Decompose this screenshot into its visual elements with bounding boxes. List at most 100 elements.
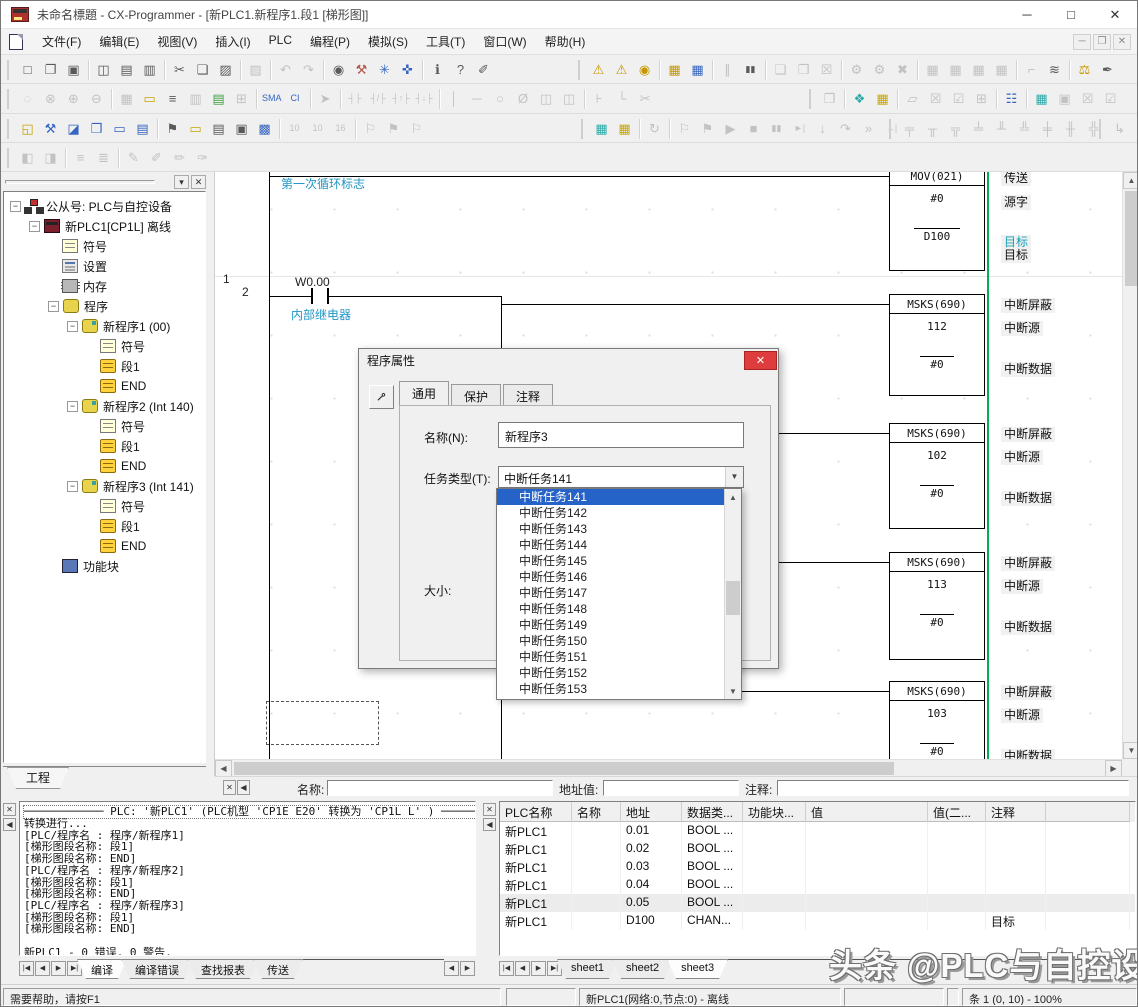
tab-scroll-button[interactable]: ▶	[460, 961, 475, 976]
pause-monitor-button[interactable]: ▮▮	[739, 58, 762, 81]
monitor-window-2-button[interactable]: ▦	[944, 58, 967, 81]
force-on-hand-button[interactable]: ⚐	[359, 117, 382, 140]
view-io-comment-button[interactable]: ▭	[108, 117, 131, 140]
force-cancel-hand-button[interactable]: ⚐	[405, 117, 428, 140]
scroll-right-button[interactable]: ▶	[1105, 760, 1122, 777]
operand-value[interactable]: D100	[890, 228, 984, 243]
cancel-transfer-button[interactable]: ☒	[815, 58, 838, 81]
compile-output[interactable]: ──────────── PLC: '新PLC1' (PLC机型 'CP1E E…	[19, 801, 476, 956]
watch-row[interactable]: 新PLC10.01BOOL ...	[500, 822, 1135, 840]
toolbar-grip[interactable]	[889, 119, 894, 139]
tree-item[interactable]: 符号	[4, 236, 205, 256]
toggle-workspace-button[interactable]: ⊞	[230, 87, 253, 110]
rung-list-button[interactable]: ≡	[69, 146, 92, 169]
column-header[interactable]: 数据类...	[682, 802, 743, 822]
task-option[interactable]: 中断任务142	[497, 505, 741, 521]
net-tool-2-button[interactable]: ╥	[921, 117, 944, 140]
transfer-refresh-button[interactable]: ↻	[643, 117, 666, 140]
operand-value[interactable]: #0	[890, 356, 984, 371]
time-chart-monitor-button[interactable]: ≋	[1043, 58, 1066, 81]
task-option[interactable]: 中断任务153	[497, 681, 741, 697]
address-tool-button[interactable]: ⚑	[161, 117, 184, 140]
column-header[interactable]: 值(二...	[928, 802, 986, 822]
toolbar-grip[interactable]	[7, 119, 12, 139]
scroll-down-button[interactable]: ▼	[1123, 742, 1138, 759]
watch-row[interactable]: 新PLC10.02BOOL ...	[500, 840, 1135, 858]
tree-item[interactable]: 段1	[4, 356, 205, 376]
tree-item[interactable]: −公从号: PLC与自控设备	[4, 196, 205, 216]
monitor-window-4-button[interactable]: ▦	[990, 58, 1013, 81]
dialog-close-button[interactable]: ✕	[744, 351, 777, 370]
dropdown-scroll-thumb[interactable]	[726, 581, 740, 615]
sim-step-run-button[interactable]: ►|	[788, 117, 811, 140]
zoom-out-button[interactable]: ⊖	[85, 87, 108, 110]
task-option[interactable]: 中断任务145	[497, 553, 741, 569]
drag-handle[interactable]	[5, 180, 155, 184]
dropdown-scroll-up-button[interactable]: ▲	[725, 489, 741, 505]
tab-scroll-button[interactable]: ▶	[51, 961, 66, 976]
edit-comment-3-button[interactable]: ✑	[191, 146, 214, 169]
rung-list-detail-button[interactable]: ≣	[92, 146, 115, 169]
view-symbol-window-button[interactable]: ◪	[62, 117, 85, 140]
toolbar-grip[interactable]	[1099, 119, 1104, 139]
context-help-button[interactable]: ✐	[472, 58, 495, 81]
monitor-window-1-button[interactable]: ▦	[921, 58, 944, 81]
column-header[interactable]: 注释	[986, 802, 1046, 822]
show-comments-button[interactable]: ▭	[138, 87, 161, 110]
toolbar-grip[interactable]	[7, 89, 12, 109]
compare-with-plc-button[interactable]: ❏	[769, 58, 792, 81]
show-symbol-bar-button[interactable]: ❖	[848, 87, 871, 110]
sheet-tab[interactable]: sheet1	[557, 959, 618, 979]
sim-pause-button[interactable]: ▮▮	[765, 117, 788, 140]
zoom-tool-button[interactable]: ◌	[16, 87, 39, 110]
sim-continuous-step-button[interactable]: »	[857, 117, 880, 140]
new-horizontal-button[interactable]: ─	[466, 87, 489, 110]
toolbar-grip[interactable]	[809, 89, 814, 109]
tab-scroll-button[interactable]: ◀	[444, 961, 459, 976]
operand-value[interactable]: 112	[890, 320, 984, 333]
show-rung-annotations-button[interactable]: ≡	[161, 87, 184, 110]
instruction-block[interactable]: MSKS(690)103#0	[889, 681, 985, 759]
zoom-region-button[interactable]: ⊗	[39, 87, 62, 110]
replace-button[interactable]: ⚒	[350, 58, 373, 81]
set-protection-button[interactable]: ⚖	[1073, 58, 1096, 81]
menu-i[interactable]: 插入(I)	[206, 29, 259, 54]
dialog-tab[interactable]: 注释	[503, 384, 553, 405]
output-tab[interactable]: 查找报表	[187, 959, 259, 979]
menu-h[interactable]: 帮助(H)	[536, 29, 595, 54]
workspace-header[interactable]: ▾ ✕	[3, 174, 207, 190]
new-fb-parameter-button[interactable]: ⊦	[588, 87, 611, 110]
monitor-signed-decimal-button[interactable]: 10	[306, 117, 329, 140]
tree-item[interactable]: 内存	[4, 276, 205, 296]
show-monitor-boxes-button[interactable]: ▥	[184, 87, 207, 110]
monitor-window-3-button[interactable]: ▦	[967, 58, 990, 81]
dialog-tab[interactable]: 通用	[399, 381, 449, 405]
output-close-button[interactable]: ✕	[3, 803, 16, 816]
menu-p[interactable]: 编程(P)	[301, 29, 359, 54]
tab-scroll-button[interactable]: ◀	[515, 961, 530, 976]
task-option[interactable]: 中断任务150	[497, 633, 741, 649]
net-tool-6-button[interactable]: ╩	[1013, 117, 1036, 140]
task-option[interactable]: 中断任务146	[497, 569, 741, 585]
redo-button[interactable]: ↷	[297, 58, 320, 81]
sim-resume-flag-button[interactable]: ⚑	[696, 117, 719, 140]
watch-table[interactable]: PLC名称名称地址数据类...功能块...值值(二...注释 新PLC10.01…	[499, 801, 1136, 956]
paste-special-button[interactable]: ▧	[244, 58, 267, 81]
tree-item[interactable]: END	[4, 376, 205, 396]
compile-report-button[interactable]: ◉	[633, 58, 656, 81]
online-edit-send-button[interactable]: ☑	[947, 87, 970, 110]
new-coil-button[interactable]: ○	[489, 87, 512, 110]
simulator-settings-button[interactable]: ▦	[613, 117, 636, 140]
new-closed-coil-button[interactable]: Ø	[512, 87, 535, 110]
tab-scroll-button[interactable]: ▶	[1120, 961, 1135, 976]
new-closed-contact-or-button[interactable]: ┤↓├	[413, 87, 436, 110]
paste-button[interactable]: ▨	[214, 58, 237, 81]
sheet-tab[interactable]: sheet2	[612, 959, 673, 979]
operand-value[interactable]: #0	[890, 743, 984, 758]
sim-step-in-button[interactable]: ↓	[811, 117, 834, 140]
outdent-rung-button[interactable]: ◧	[16, 146, 39, 169]
task-option[interactable]: 中断任务152	[497, 665, 741, 681]
watch-row[interactable]: 新PLC10.03BOOL ...	[500, 858, 1135, 876]
monitor-hex-button[interactable]: 16	[329, 117, 352, 140]
task-option[interactable]: 中断任务151	[497, 649, 741, 665]
